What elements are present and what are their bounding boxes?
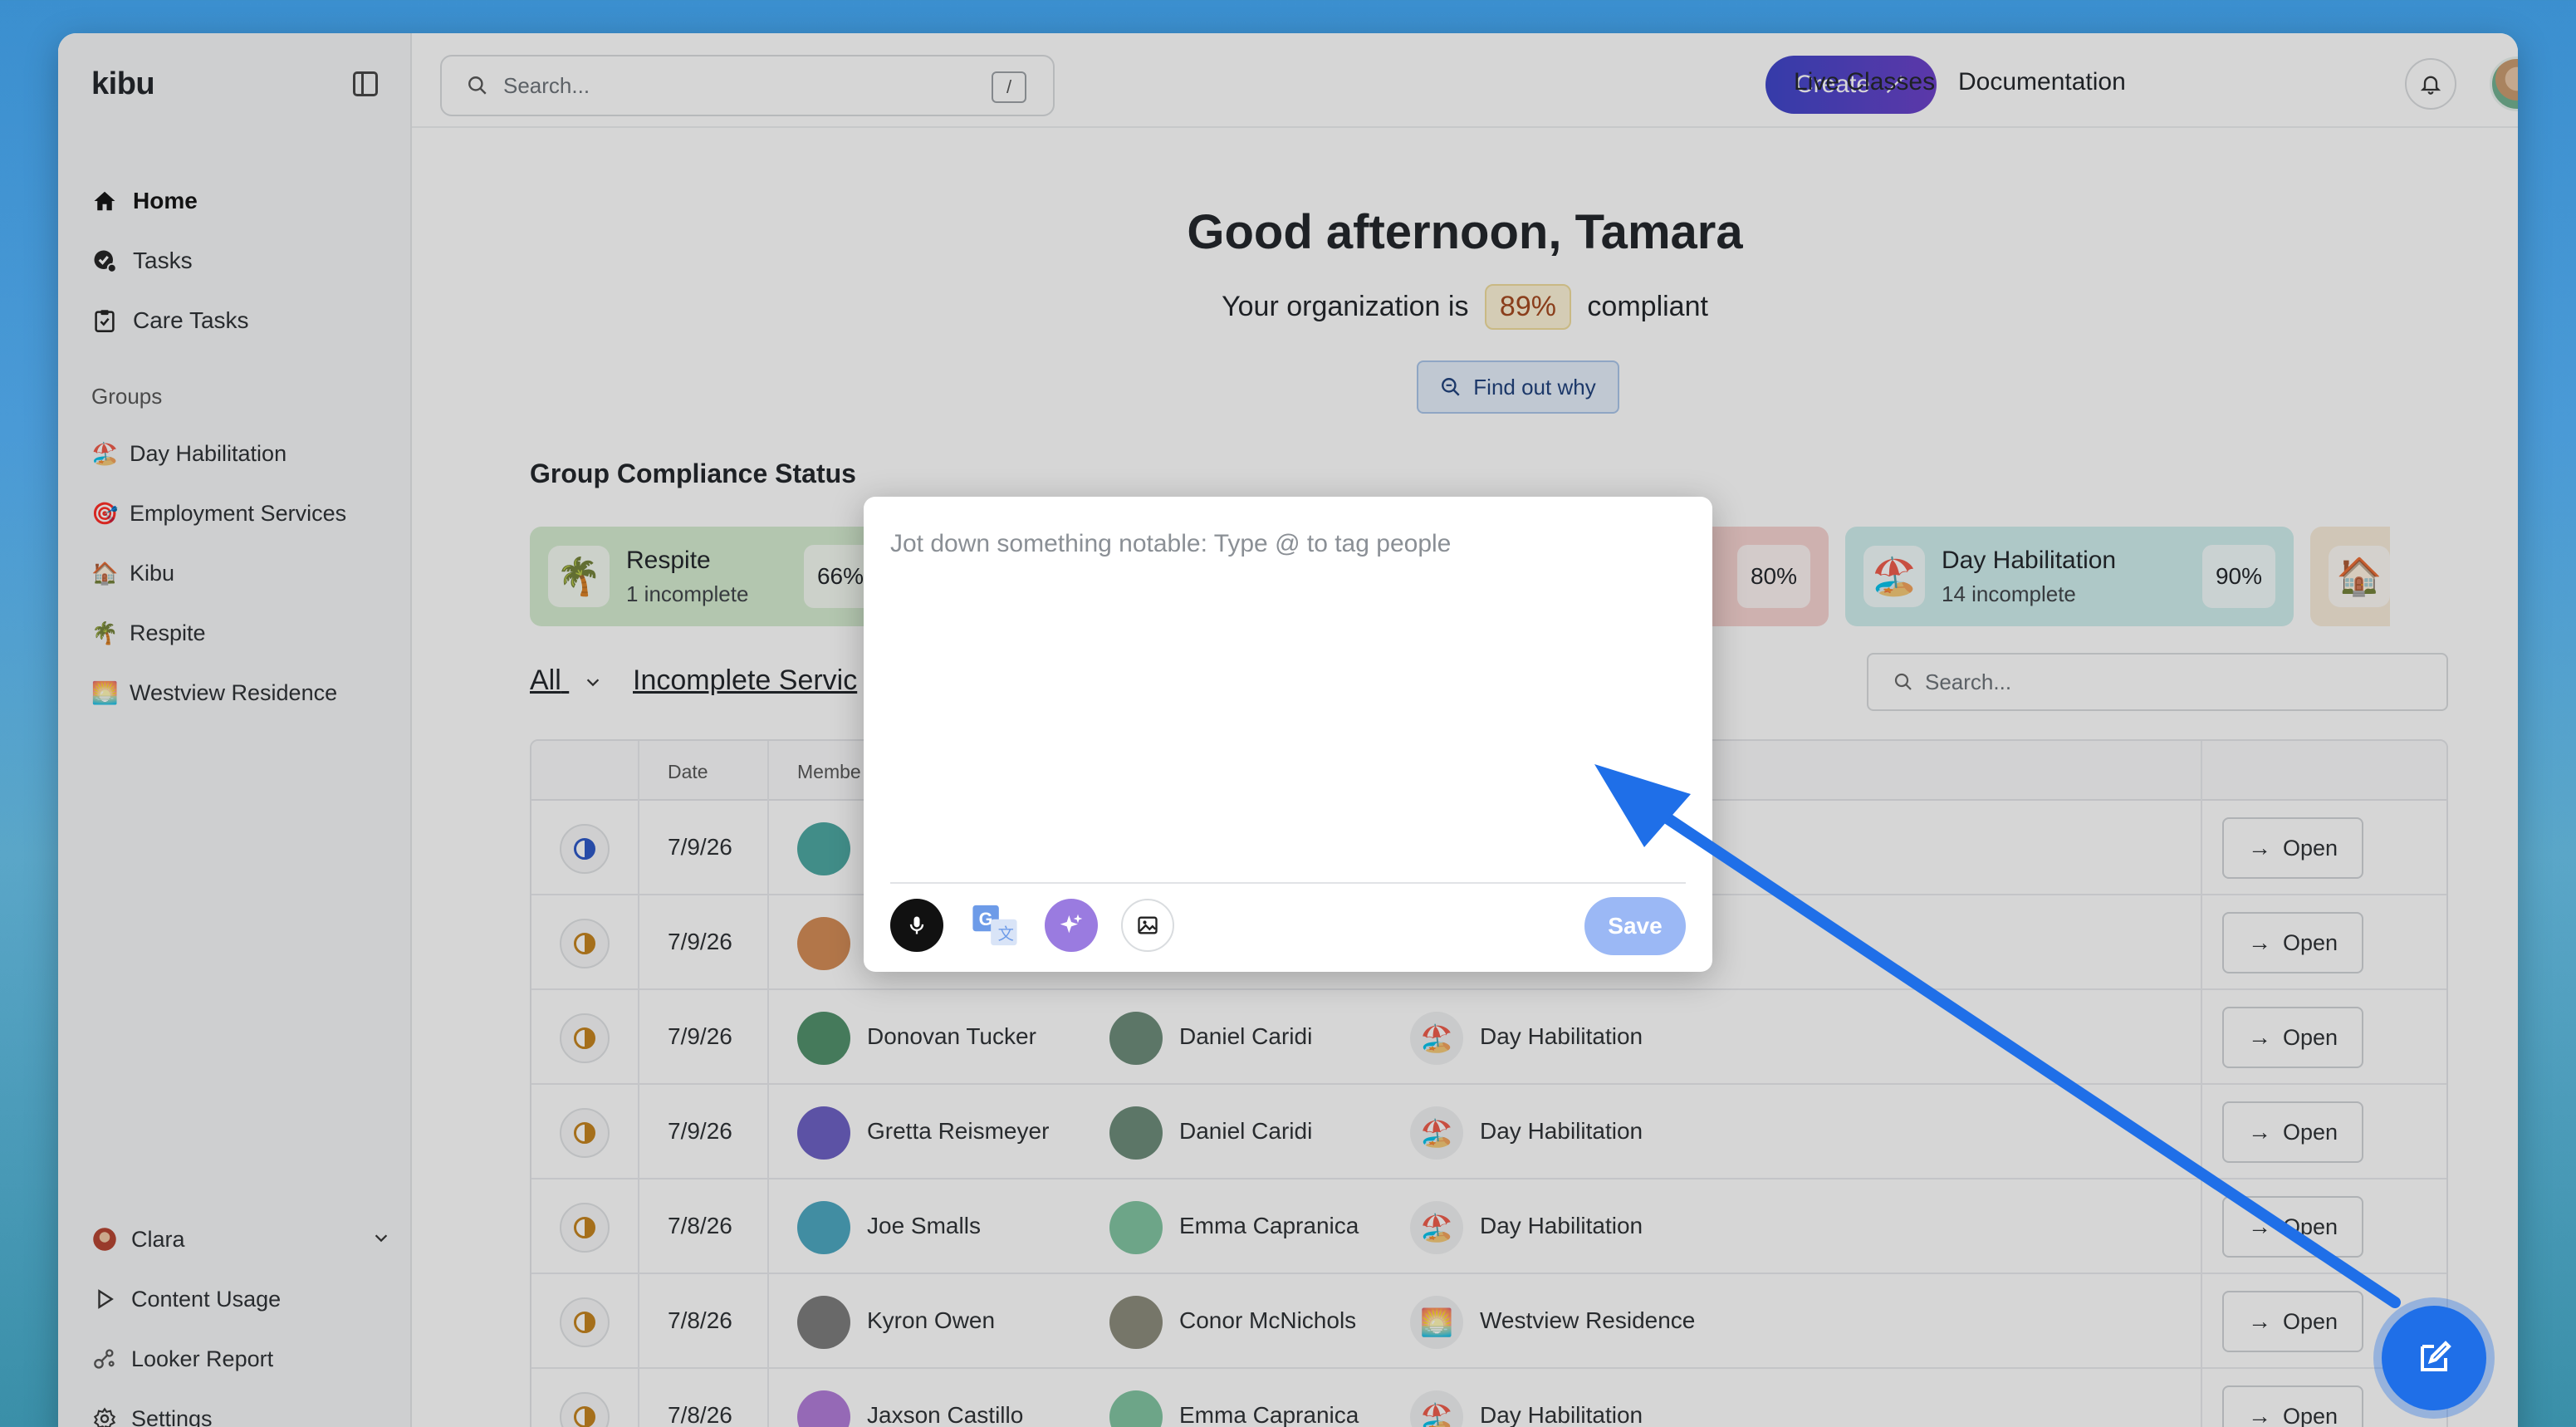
image-upload-icon[interactable] bbox=[1121, 899, 1174, 952]
save-note-button[interactable]: Save bbox=[1584, 897, 1686, 955]
microphone-icon[interactable] bbox=[890, 899, 943, 952]
modal-divider bbox=[890, 882, 1686, 884]
quick-note-modal: G文 Save bbox=[864, 497, 1712, 972]
translate-icon[interactable]: G文 bbox=[968, 899, 1021, 952]
ai-sparkle-icon[interactable] bbox=[1045, 899, 1098, 952]
edit-note-icon bbox=[2414, 1338, 2454, 1378]
svg-text:G: G bbox=[979, 909, 993, 929]
quick-note-fab[interactable] bbox=[2382, 1306, 2486, 1410]
svg-text:文: 文 bbox=[998, 924, 1014, 944]
quick-note-input[interactable] bbox=[890, 530, 1679, 862]
